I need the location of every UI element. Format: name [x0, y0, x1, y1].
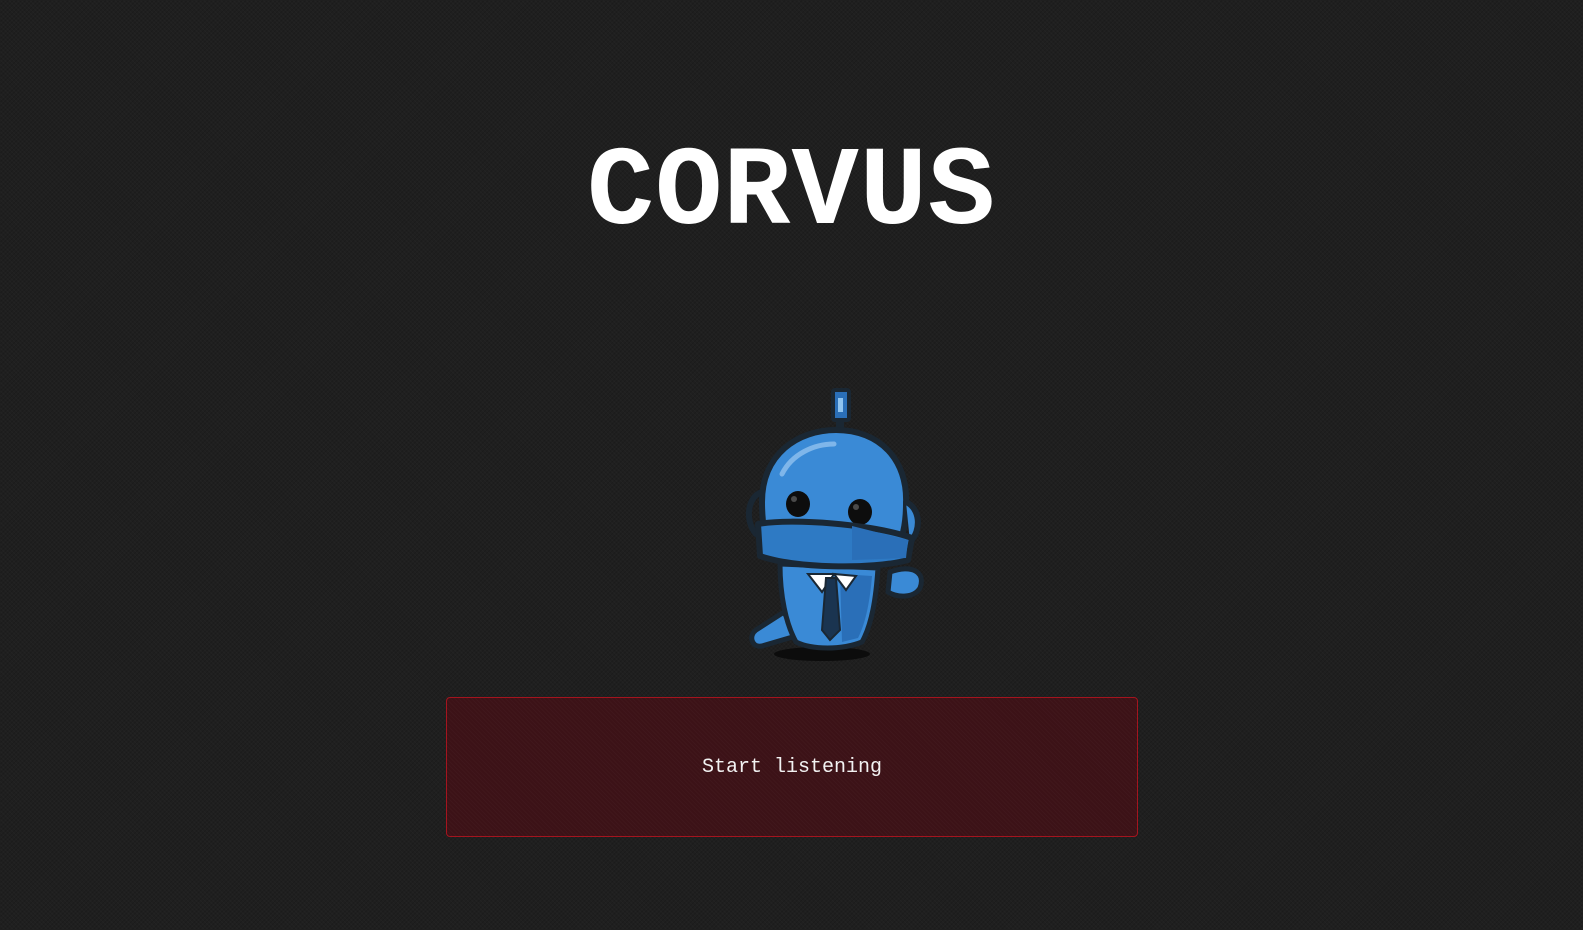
app-title: CORVUS — [586, 130, 997, 257]
start-listening-button[interactable]: Start listening — [446, 697, 1138, 837]
robot-mascot-icon — [722, 384, 942, 674]
